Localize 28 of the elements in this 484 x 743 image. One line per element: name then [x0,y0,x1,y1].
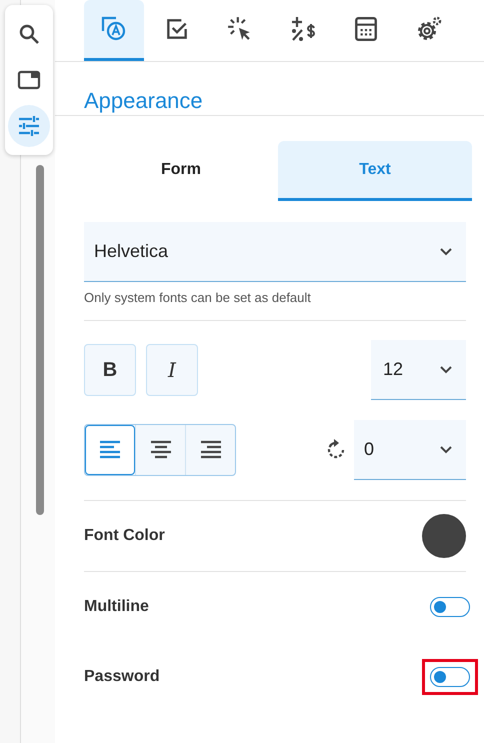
toggle-switch[interactable] [430,597,470,617]
math-symbols-icon [289,15,317,43]
calculator-icon [353,16,379,42]
mode-tab[interactable]: Form [84,141,278,201]
sliders-icon [17,114,41,138]
sliders-tool[interactable] [8,105,50,147]
settings-icon [415,15,443,43]
italic-button[interactable]: I [146,344,198,396]
toggle-switch[interactable] [430,667,470,687]
font-size-select[interactable]: 12 [371,340,466,400]
helper-text: Only system fonts can be set as default [84,290,312,305]
chevron-down-icon [440,248,452,256]
align-left-button[interactable] [85,425,135,475]
section-title: Appearance [83,87,204,115]
color-swatch[interactable] [422,514,466,558]
chevron-down-icon [440,366,452,374]
font-select[interactable]: Helvetica [84,222,466,282]
text-style-icon [100,15,128,43]
bold-button[interactable]: B [84,344,136,396]
panel-icon [16,68,42,92]
font-color-label: Font Color [84,527,165,545]
toggle-label: Multiline [84,598,149,616]
search-icon [17,22,41,46]
checkbox-icon [164,16,190,42]
toggle-label: Password [84,668,160,686]
rotation-select[interactable]: 0 [354,420,466,480]
chevron-down-icon [440,446,452,454]
scrollbar[interactable] [36,165,44,515]
